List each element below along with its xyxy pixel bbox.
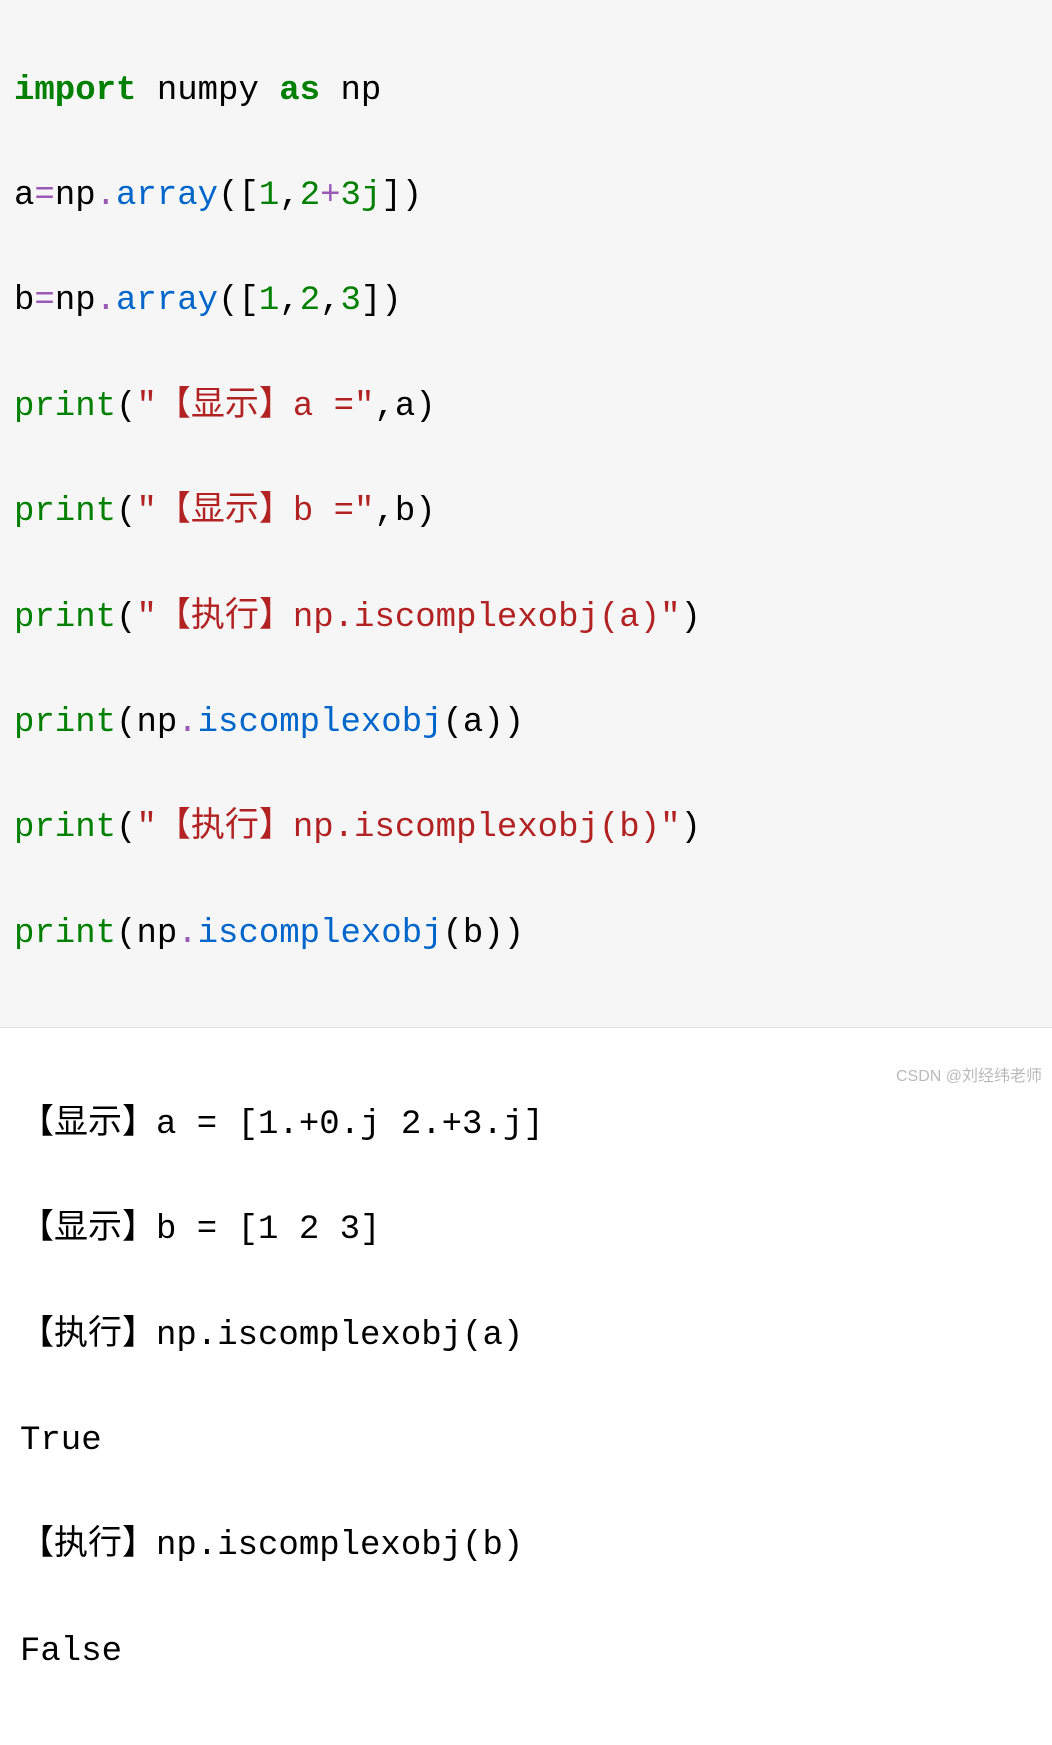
paren-close: ]) [361, 282, 402, 320]
code-line-1: import numpy as np [14, 65, 1038, 118]
str-literal: "【执行】np.iscomplexobj(a)" [136, 599, 680, 637]
alias-np: np [320, 72, 381, 110]
output-line-5: 【执行】np.iscomplexobj(b) [20, 1520, 1038, 1573]
paren-open: ( [116, 493, 136, 531]
paren-close: ) [504, 704, 524, 742]
op-dot: . [177, 915, 197, 953]
paren-open: ( [116, 809, 136, 847]
paren-open: ( [116, 388, 136, 426]
num-2: 2 [300, 282, 320, 320]
paren-close-inner: ) [483, 704, 503, 742]
code-line-9: print(np.iscomplexobj(b)) [14, 908, 1038, 961]
code-block: import numpy as np a=np.array([1,2+3j]) … [0, 0, 1052, 1028]
num-1: 1 [259, 282, 279, 320]
fn-print: print [14, 599, 116, 637]
comma: , [320, 282, 340, 320]
op-assign: = [34, 282, 54, 320]
comma: , [374, 388, 394, 426]
comma: , [374, 493, 394, 531]
fn-array: array [116, 282, 218, 320]
code-line-7: print(np.iscomplexobj(a)) [14, 697, 1038, 750]
output-line-3: 【执行】np.iscomplexobj(a) [20, 1310, 1038, 1363]
fn-iscomplexobj: iscomplexobj [198, 704, 443, 742]
comma: , [279, 177, 299, 215]
comma: , [279, 282, 299, 320]
code-line-2: a=np.array([1,2+3j]) [14, 170, 1038, 223]
num-2: 2 [300, 177, 320, 215]
paren-open: ([ [218, 177, 259, 215]
num-1: 1 [259, 177, 279, 215]
paren-close: ]) [381, 177, 422, 215]
op-plus: + [320, 177, 340, 215]
fn-array: array [116, 177, 218, 215]
var-b: b [395, 493, 415, 531]
paren-open: ( [116, 704, 136, 742]
var-a: a [395, 388, 415, 426]
keyword-import: import [14, 72, 136, 110]
str-literal: "【显示】b =" [136, 493, 374, 531]
fn-print: print [14, 809, 116, 847]
paren-close: ) [415, 388, 435, 426]
output-line-2: 【显示】b = [1 2 3] [20, 1204, 1038, 1257]
module-numpy: numpy [136, 72, 279, 110]
np-ref: np [55, 177, 96, 215]
paren-open: ([ [218, 282, 259, 320]
fn-print: print [14, 704, 116, 742]
paren-close: ) [504, 915, 524, 953]
output-line-6: False [20, 1626, 1038, 1679]
np-ref: np [55, 282, 96, 320]
fn-print: print [14, 388, 116, 426]
num-3j: 3j [341, 177, 382, 215]
paren-close: ) [681, 809, 701, 847]
keyword-as: as [279, 72, 320, 110]
num-3: 3 [341, 282, 361, 320]
var-a: a [14, 177, 34, 215]
str-literal: "【执行】np.iscomplexobj(b)" [136, 809, 680, 847]
output-line-1: 【显示】a = [1.+0.j 2.+3.j] [20, 1099, 1038, 1152]
code-line-6: print("【执行】np.iscomplexobj(a)") [14, 592, 1038, 645]
var-b: b [14, 282, 34, 320]
np-ref: np [136, 704, 177, 742]
fn-iscomplexobj: iscomplexobj [198, 915, 443, 953]
code-line-4: print("【显示】a =",a) [14, 381, 1038, 434]
var-a: a [463, 704, 483, 742]
paren-open: ( [116, 915, 136, 953]
paren-close: ) [681, 599, 701, 637]
op-dot: . [177, 704, 197, 742]
np-ref: np [136, 915, 177, 953]
output-line-4: True [20, 1415, 1038, 1468]
var-b: b [463, 915, 483, 953]
fn-print: print [14, 915, 116, 953]
output-block: 【显示】a = [1.+0.j 2.+3.j] 【显示】b = [1 2 3] … [0, 1028, 1052, 1745]
str-literal: "【显示】a =" [136, 388, 374, 426]
paren-open-inner: ( [443, 915, 463, 953]
fn-print: print [14, 493, 116, 531]
code-line-5: print("【显示】b =",b) [14, 486, 1038, 539]
paren-close-inner: ) [483, 915, 503, 953]
paren-open: ( [116, 599, 136, 637]
op-assign: = [34, 177, 54, 215]
paren-open-inner: ( [443, 704, 463, 742]
watermark: CSDN @刘经纬老师 [896, 1062, 1042, 1086]
op-dot: . [96, 177, 116, 215]
op-dot: . [96, 282, 116, 320]
code-line-3: b=np.array([1,2,3]) [14, 275, 1038, 328]
paren-close: ) [415, 493, 435, 531]
code-line-8: print("【执行】np.iscomplexobj(b)") [14, 802, 1038, 855]
